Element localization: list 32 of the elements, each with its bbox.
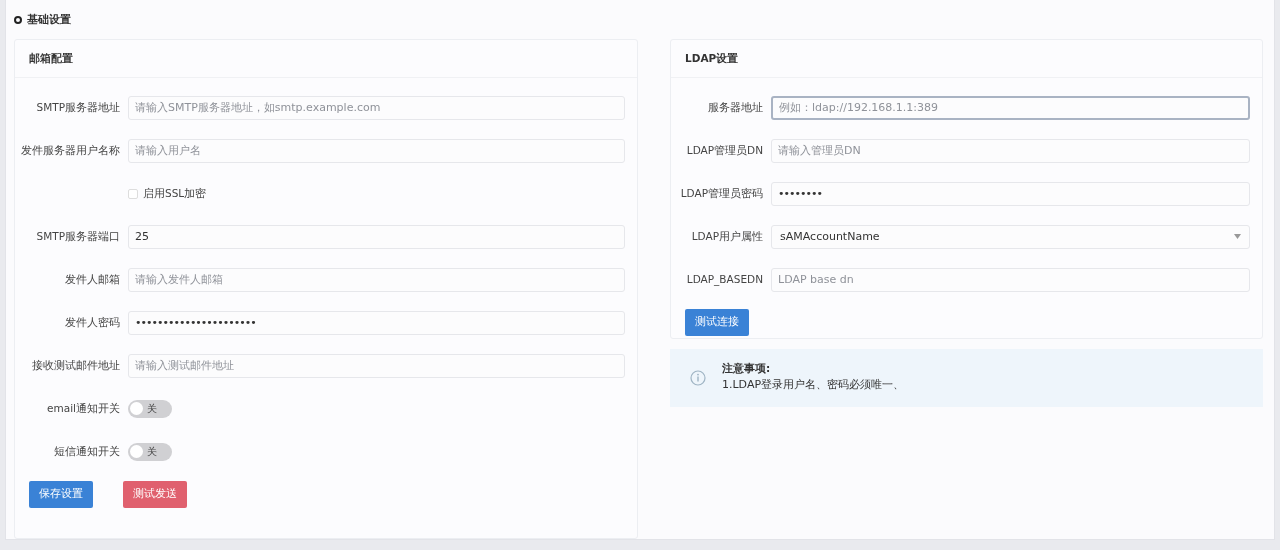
card-title: 邮箱配置 [15, 39, 637, 79]
field-label: 短信通知开关 [53, 445, 120, 458]
notice-title: 注意事项: [722, 361, 772, 377]
input-field[interactable]: 例如：ldap://192.168.1.1:389 [771, 95, 1250, 120]
bullet-icon [14, 16, 22, 25]
checkbox[interactable] [128, 188, 138, 199]
field-label: 服务器地址 [707, 101, 763, 114]
toggle-switch[interactable]: 关 [128, 399, 172, 418]
field-label: SMTP服务器端口 [35, 230, 120, 243]
info-icon [690, 369, 706, 386]
field-label: LDAP管理员密码 [679, 187, 763, 200]
field-label: email通知开关 [46, 402, 120, 415]
notice-text: 1.LDAP登录用户名、密码必须唯一、 [722, 377, 905, 394]
action-button[interactable]: 保存设置 [29, 481, 93, 508]
input-field[interactable]: •••••••• [771, 181, 1250, 206]
card-title: LDAP设置 [671, 39, 1262, 79]
field-label: 启用SSL加密 [143, 187, 207, 200]
input-field[interactable]: •••••••••••••••••••••• [128, 310, 625, 335]
select-field[interactable]: sAMAccountName [771, 224, 1250, 249]
field-label: LDAP用户属性 [690, 230, 763, 243]
input-field[interactable]: 25 [128, 224, 625, 249]
page-title: 基础设置 [27, 12, 71, 28]
toggle-switch[interactable]: 关 [128, 442, 172, 461]
field-label: 发件服务器用户名称 [20, 144, 120, 157]
field-label: LDAP管理员DN [685, 144, 763, 157]
field-label: SMTP服务器地址 [35, 101, 120, 114]
caret-icon [1234, 234, 1241, 240]
field-label: 发件人邮箱 [64, 273, 120, 286]
field-label: 发件人密码 [64, 316, 120, 329]
field-label: LDAP_BASEDN [685, 273, 763, 286]
field-label: 接收测试邮件地址 [31, 359, 120, 372]
action-button[interactable]: 测试连接 [685, 309, 749, 336]
